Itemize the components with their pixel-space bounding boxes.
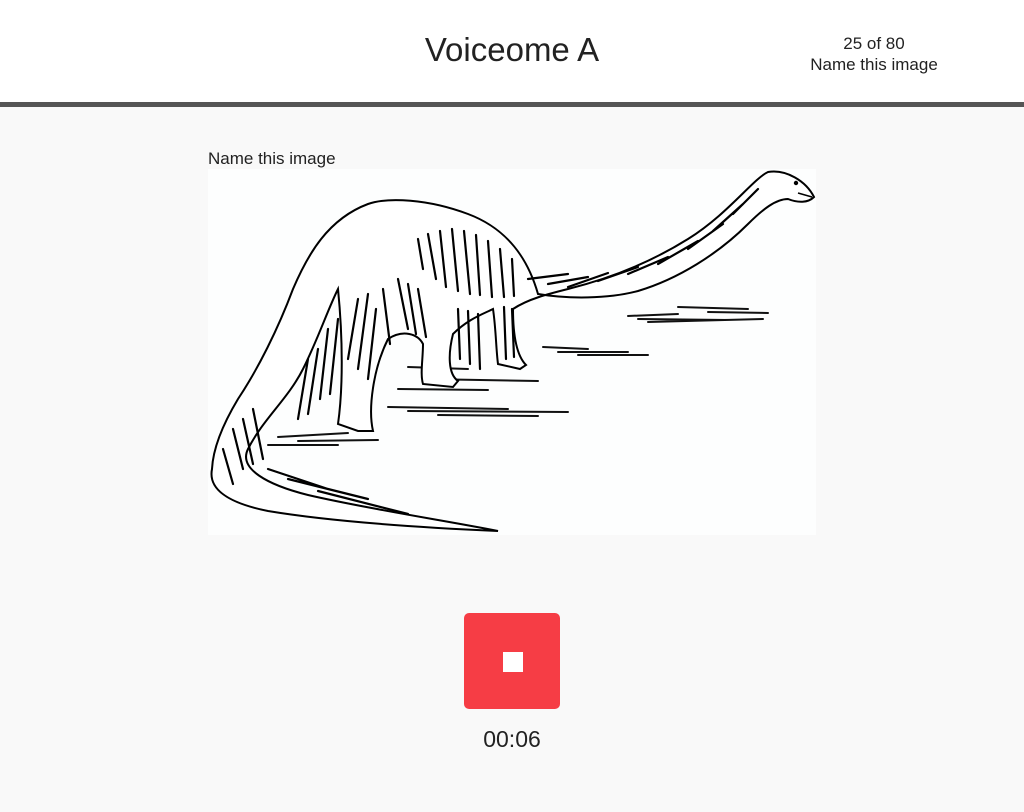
progress-indicator: 25 of 80 Name this image: [794, 33, 954, 75]
progress-count: 25 of 80: [843, 34, 905, 53]
task-image: [208, 169, 816, 535]
progress-task-label: Name this image: [810, 55, 938, 74]
dinosaur-illustration: [210, 170, 816, 532]
task-prompt: Name this image: [208, 149, 336, 168]
header-bar: Voiceome A 25 of 80 Name this image: [0, 0, 1024, 107]
stop-icon: [503, 652, 523, 672]
recording-timer: 00:06: [483, 726, 541, 752]
stop-recording-button[interactable]: [464, 613, 560, 709]
